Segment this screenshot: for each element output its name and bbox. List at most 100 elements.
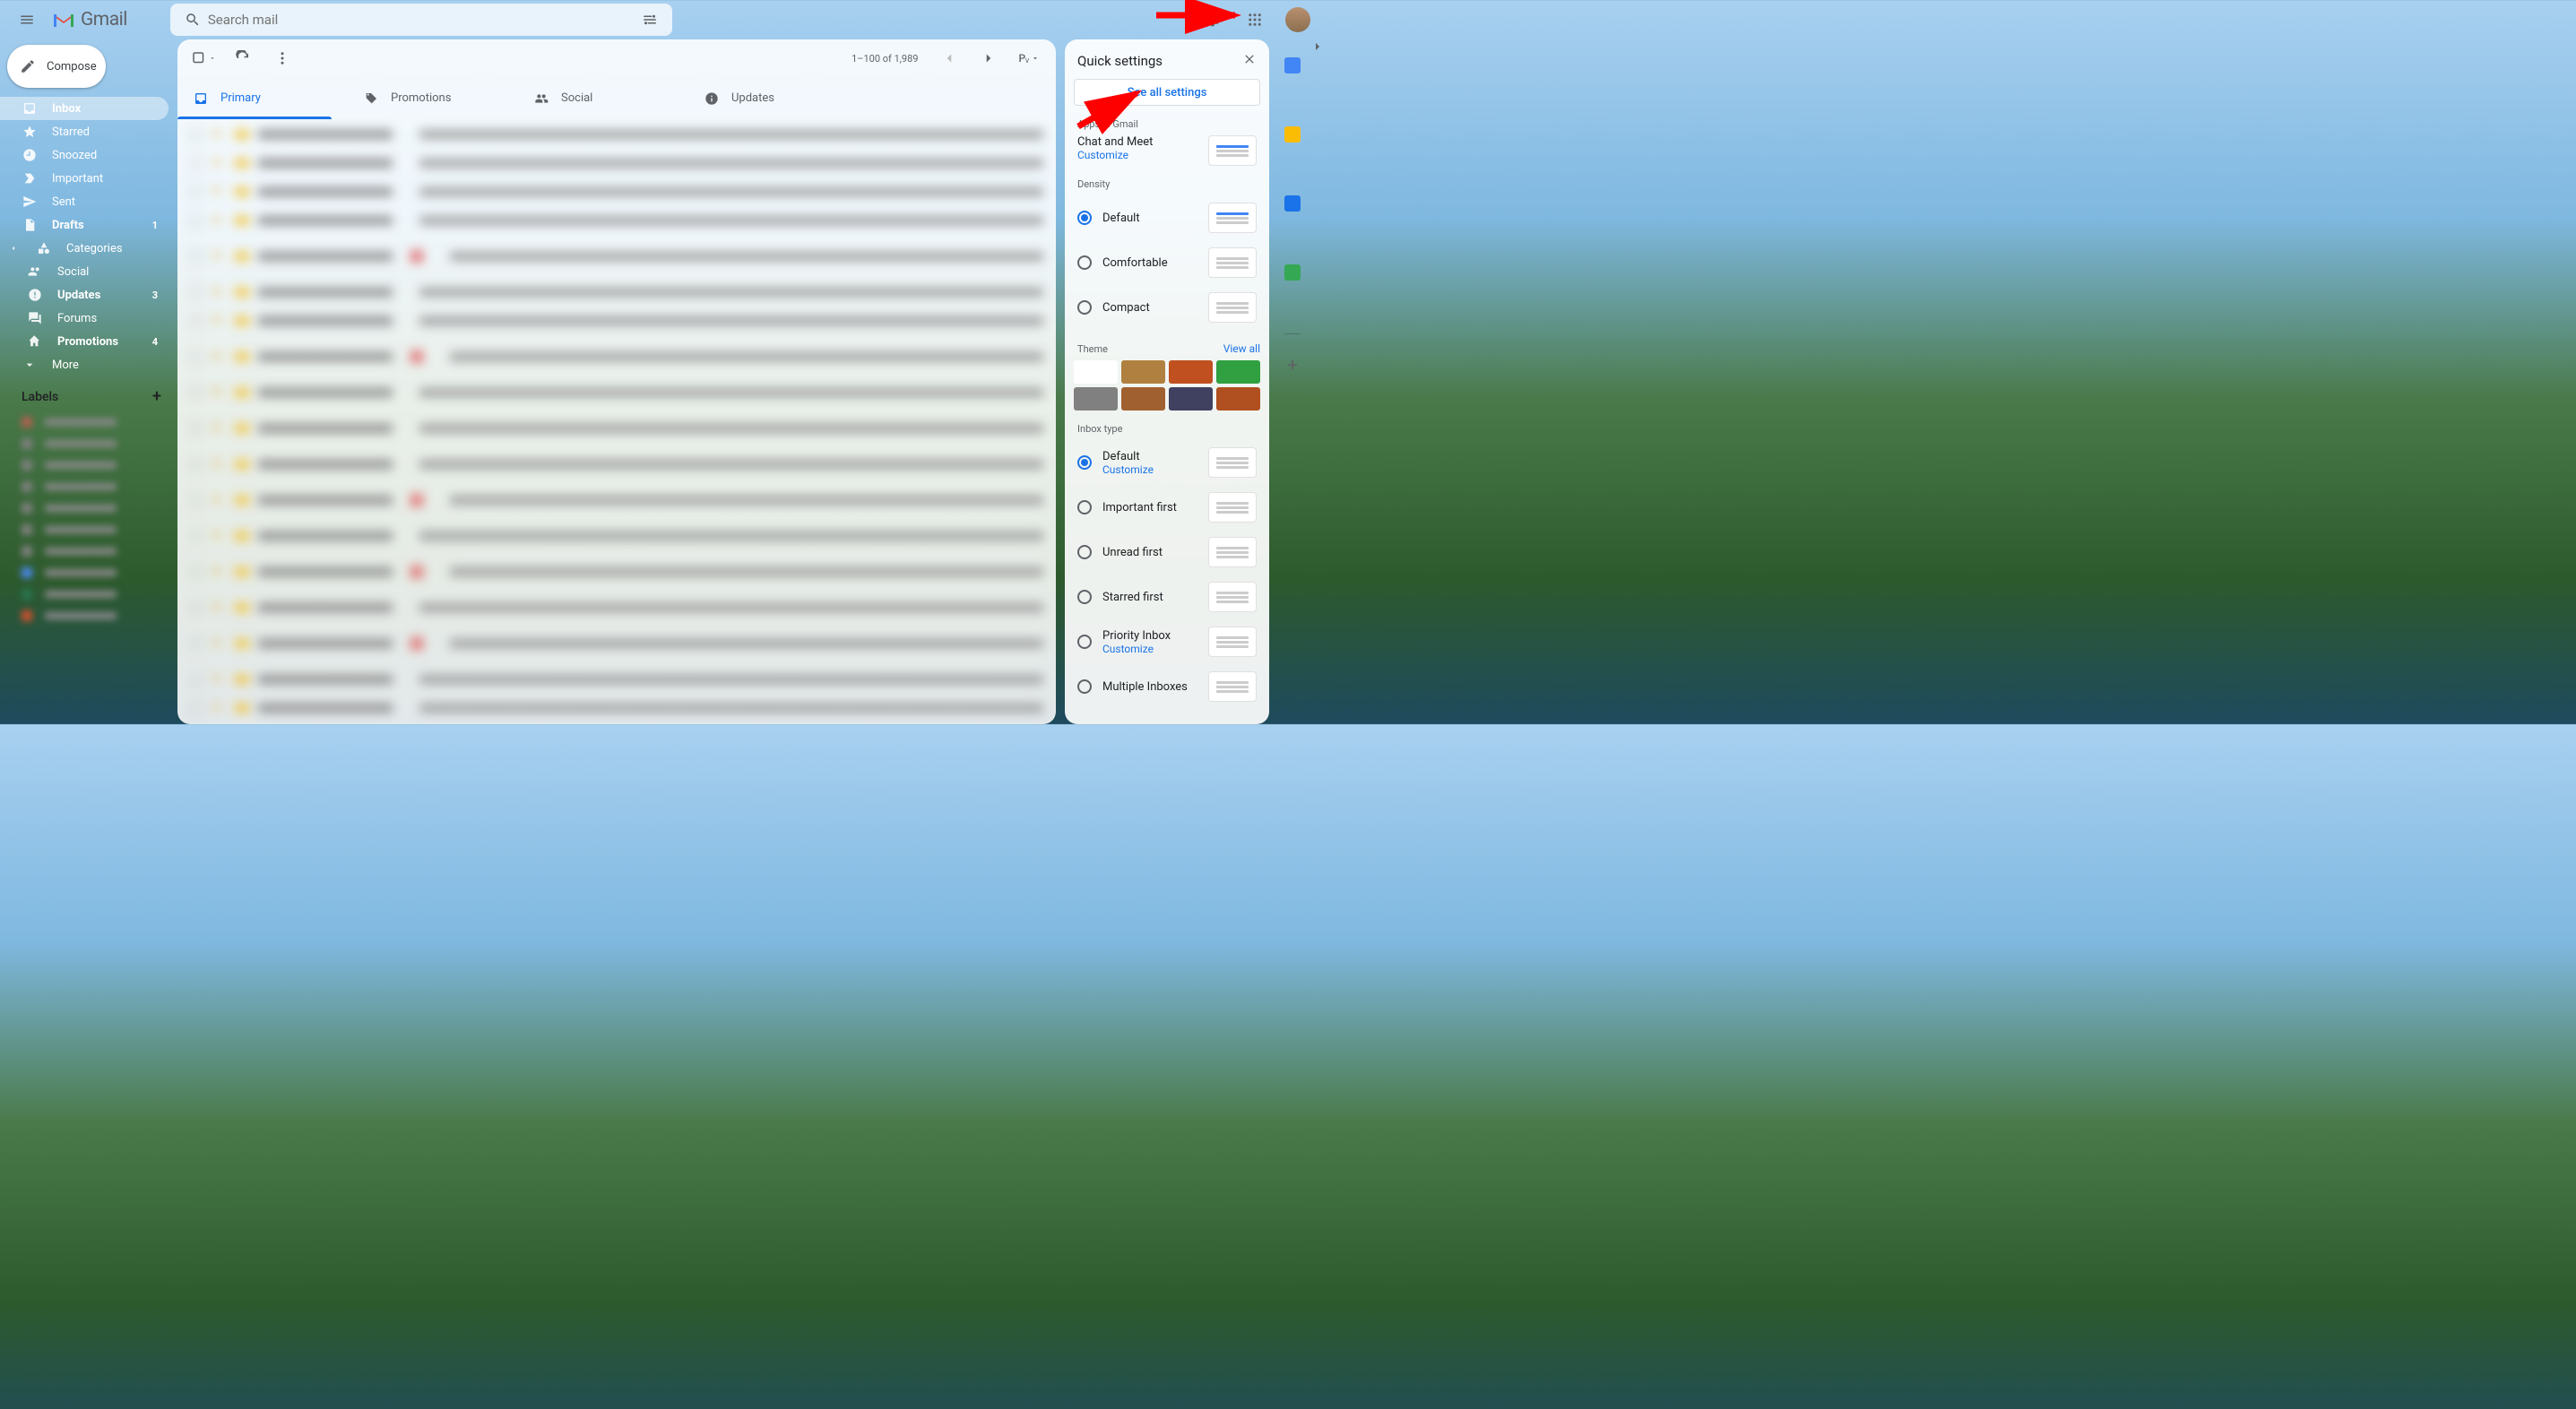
star-icon[interactable]: ★ [212, 601, 226, 614]
chat-meet-customize-link[interactable]: Customize [1077, 149, 1153, 161]
star-icon[interactable]: ★ [212, 493, 226, 506]
label-item[interactable] [0, 476, 177, 497]
inbox-type-priority-inbox[interactable]: Priority InboxCustomize [1074, 619, 1260, 664]
row-checkbox[interactable] [190, 350, 203, 363]
next-page-button[interactable] [975, 45, 1002, 72]
importance-marker[interactable] [235, 496, 249, 505]
star-icon[interactable]: ★ [212, 421, 226, 435]
density-option-default[interactable]: Default [1074, 195, 1260, 240]
more-button[interactable] [269, 45, 296, 72]
add-label-button[interactable]: + [152, 387, 161, 406]
sidebar-item-important[interactable]: Important [0, 167, 169, 190]
label-item[interactable] [0, 562, 177, 583]
theme-view-all-link[interactable]: View all [1223, 342, 1260, 355]
compose-button[interactable]: Compose [7, 45, 106, 88]
star-icon[interactable]: ★ [212, 314, 226, 327]
row-checkbox[interactable] [190, 566, 203, 578]
refresh-button[interactable] [229, 45, 256, 72]
email-row[interactable]: ★ [177, 177, 1056, 206]
email-row[interactable]: ★ [177, 665, 1056, 694]
sidebar-item-inbox[interactable]: Inbox [0, 97, 169, 120]
star-icon[interactable]: ★ [212, 213, 226, 227]
see-all-settings-button[interactable]: See all settings [1074, 79, 1260, 106]
settings-gear-button[interactable] [1194, 2, 1230, 38]
tab-promotions[interactable]: Promotions [348, 77, 518, 119]
prev-page-button[interactable] [936, 45, 963, 72]
row-checkbox[interactable] [190, 214, 203, 227]
label-item[interactable] [0, 583, 177, 605]
row-checkbox[interactable] [190, 673, 203, 686]
sidebar-item-updates[interactable]: Updates3 [0, 283, 169, 307]
email-row[interactable]: ★ [177, 206, 1056, 235]
side-app-keep[interactable] [1284, 126, 1301, 143]
star-icon[interactable]: ★ [212, 457, 226, 471]
importance-marker[interactable] [235, 316, 249, 325]
inbox-type-customize-link[interactable]: Customize [1102, 463, 1197, 476]
row-checkbox[interactable] [190, 601, 203, 614]
theme-swatch[interactable] [1169, 360, 1213, 384]
email-row[interactable]: ★ [177, 550, 1056, 593]
account-avatar[interactable] [1280, 2, 1316, 38]
row-checkbox[interactable] [190, 250, 203, 263]
inbox-type-multiple-inboxes[interactable]: Multiple Inboxes [1074, 664, 1260, 709]
main-menu-button[interactable] [9, 2, 45, 38]
importance-marker[interactable] [235, 675, 249, 684]
importance-marker[interactable] [235, 567, 249, 576]
email-row[interactable]: ★ [177, 450, 1056, 479]
importance-marker[interactable] [235, 639, 249, 648]
label-item[interactable] [0, 605, 177, 627]
theme-swatch[interactable] [1216, 387, 1260, 411]
input-tools-button[interactable]: Pᵥ [1015, 52, 1043, 65]
email-row[interactable]: ★ [177, 622, 1056, 665]
importance-marker[interactable] [235, 288, 249, 297]
email-row[interactable]: ★ [177, 149, 1056, 177]
sidebar-item-snoozed[interactable]: Snoozed [0, 143, 169, 167]
row-checkbox[interactable] [190, 422, 203, 435]
importance-marker[interactable] [235, 130, 249, 139]
star-icon[interactable]: ★ [212, 529, 226, 542]
density-option-compact[interactable]: Compact [1074, 285, 1260, 330]
email-row[interactable]: ★ [177, 479, 1056, 522]
email-row[interactable]: ★ [177, 407, 1056, 450]
email-row[interactable]: ★ [177, 378, 1056, 407]
email-row[interactable]: ★ [177, 522, 1056, 550]
google-apps-button[interactable] [1237, 2, 1273, 38]
star-icon[interactable]: ★ [212, 185, 226, 198]
inbox-type-customize-link[interactable]: Customize [1102, 643, 1197, 655]
star-icon[interactable]: ★ [212, 565, 226, 578]
email-row[interactable]: ★ [177, 335, 1056, 378]
email-row[interactable]: ★ [177, 120, 1056, 149]
email-row[interactable]: ★ [177, 278, 1056, 307]
search-input[interactable] [208, 12, 635, 28]
star-icon[interactable]: ★ [212, 127, 226, 141]
theme-swatch[interactable] [1121, 360, 1165, 384]
tab-primary[interactable]: Primary [177, 77, 348, 119]
importance-marker[interactable] [235, 159, 249, 168]
inbox-type-default[interactable]: DefaultCustomize [1074, 440, 1260, 485]
row-checkbox[interactable] [190, 702, 203, 714]
row-checkbox[interactable] [190, 530, 203, 542]
density-option-comfortable[interactable]: Comfortable [1074, 240, 1260, 285]
row-checkbox[interactable] [190, 458, 203, 471]
label-item[interactable] [0, 433, 177, 454]
importance-marker[interactable] [235, 460, 249, 469]
email-row[interactable]: ★ [177, 593, 1056, 622]
gmail-logo[interactable]: Gmail [52, 9, 127, 30]
sidebar-item-sent[interactable]: Sent [0, 190, 169, 213]
inbox-type-important-first[interactable]: Important first [1074, 485, 1260, 530]
sidebar-item-forums[interactable]: Forums [0, 307, 169, 330]
row-checkbox[interactable] [190, 128, 203, 141]
label-item[interactable] [0, 454, 177, 476]
importance-marker[interactable] [235, 388, 249, 397]
collapse-sidepanel-button[interactable] [1310, 39, 1325, 724]
sidebar-item-categories[interactable]: Categories [0, 237, 169, 260]
star-icon[interactable]: ★ [212, 350, 226, 363]
row-checkbox[interactable] [190, 286, 203, 298]
star-icon[interactable]: ★ [212, 636, 226, 650]
add-app-button[interactable]: + [1287, 354, 1297, 376]
close-quick-settings-button[interactable] [1242, 52, 1257, 70]
theme-swatch[interactable] [1074, 387, 1118, 411]
star-icon[interactable]: ★ [212, 385, 226, 399]
theme-swatch[interactable] [1169, 387, 1213, 411]
row-checkbox[interactable] [190, 315, 203, 327]
